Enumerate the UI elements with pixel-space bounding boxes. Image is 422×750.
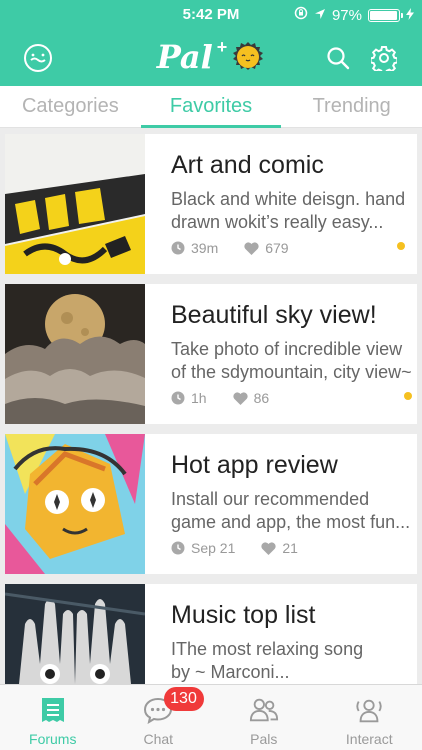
gear-icon (371, 46, 397, 71)
tab-categories[interactable]: Categories (0, 86, 141, 127)
post-meta: Sep 21 21 (171, 540, 298, 556)
mascot-icon (233, 42, 264, 70)
post-likes: 679 (265, 240, 289, 256)
post-description: Install our recommended game and app, th… (171, 488, 410, 534)
tabbar-chat[interactable]: Chat 130 (106, 685, 212, 750)
unread-dot (397, 242, 406, 250)
heart-icon (261, 541, 276, 555)
post-card[interactable]: Hot app review Install our recommended g… (5, 434, 417, 574)
post-card[interactable]: Music top list IThe most relaxing song b… (5, 584, 417, 684)
post-title: Music top list (171, 601, 316, 629)
post-title: Beautiful sky view! (171, 301, 377, 329)
post-meta: 1h 86 (171, 390, 269, 406)
battery-fill (370, 10, 398, 20)
tab-favorites[interactable]: Favorites (140, 86, 282, 128)
post-list[interactable]: Art and comic Black and white deisgn. ha… (0, 128, 422, 684)
location-icon (314, 7, 326, 24)
post-desc-line: IThe most relaxing song (171, 639, 364, 659)
post-meta: 39m 679 (171, 240, 289, 256)
post-body: Art and comic Black and white deisgn. ha… (145, 134, 419, 274)
post-thumbnail (5, 284, 145, 424)
post-likes: 86 (253, 390, 270, 406)
post-card[interactable]: Beautiful sky view! Take photo of incred… (5, 284, 417, 424)
tabbar-interact[interactable]: Interact (317, 685, 422, 750)
post-desc-line: Install our recommended (171, 489, 370, 509)
heart-icon (244, 241, 259, 255)
tab-trending[interactable]: Trending (281, 86, 422, 127)
top-tabs: Categories Favorites Trending (0, 86, 422, 128)
interact-icon (354, 695, 384, 725)
tabbar-label: Chat (143, 731, 174, 747)
people-icon (249, 695, 279, 725)
post-title: Hot app review (171, 451, 338, 479)
post-description: Take photo of incredible view of the sdy… (171, 338, 412, 384)
tabbar-label: Forums (29, 731, 77, 747)
settings-button[interactable] (368, 42, 400, 74)
app-logo: Pal + (0, 36, 422, 76)
post-body: Hot app review Install our recommended g… (145, 434, 422, 574)
search-button[interactable] (322, 42, 354, 74)
clock-icon (171, 541, 185, 555)
post-thumbnail (5, 434, 145, 574)
rotation-lock-icon (294, 6, 308, 24)
post-time: 1h (191, 390, 207, 406)
post-time: 39m (191, 240, 219, 256)
forums-icon (38, 695, 68, 725)
navbar: Pal + (0, 30, 422, 86)
post-desc-line: Take photo of incredible view (171, 339, 403, 359)
post-desc-line: Black and white deisgn. hand (171, 189, 406, 209)
post-thumbnail (5, 584, 145, 684)
post-description: IThe most relaxing song by ~ Marconi... (171, 638, 403, 684)
tabbar-label: Interact (345, 731, 393, 747)
post-time: Sep 21 (191, 540, 236, 556)
post-desc-line: drawn wokit’s really easy... (171, 212, 384, 232)
clock-icon (171, 391, 185, 405)
clock-icon (171, 241, 185, 255)
battery-percent: 97% (331, 6, 362, 24)
status-indicators: 97% (294, 6, 414, 24)
unread-dot (403, 392, 412, 400)
post-description: Black and white deisgn. hand drawn wokit… (171, 188, 405, 234)
post-desc-line: game and app, the most fun... (171, 512, 411, 532)
logo-plus: + (216, 36, 228, 57)
logo-text: Pal (156, 38, 213, 76)
tabbar-forums[interactable]: Forums (0, 685, 106, 750)
heart-icon (232, 391, 248, 405)
post-body: Music top list IThe most relaxing song b… (145, 584, 417, 684)
post-body: Beautiful sky view! Take photo of incred… (145, 284, 422, 424)
post-desc-line: of the sdymountain, city view~ (171, 362, 412, 382)
post-thumbnail (5, 134, 145, 274)
battery-icon (368, 8, 403, 22)
post-card[interactable]: Art and comic Black and white deisgn. ha… (5, 134, 417, 274)
post-desc-line: by ~ Marconi... (171, 662, 290, 682)
search-icon (327, 47, 350, 70)
chat-unread-badge: 130 (163, 687, 204, 711)
tabbar-pals[interactable]: Pals (211, 685, 317, 750)
tabbar-label: Pals (250, 731, 278, 747)
bottom-tab-bar: Forums Chat 130 Pals Interact (0, 684, 422, 750)
post-title: Art and comic (171, 151, 324, 179)
charging-icon (406, 7, 414, 24)
status-bar: 5:42 PM 97% (0, 0, 422, 30)
post-likes: 21 (282, 540, 298, 556)
